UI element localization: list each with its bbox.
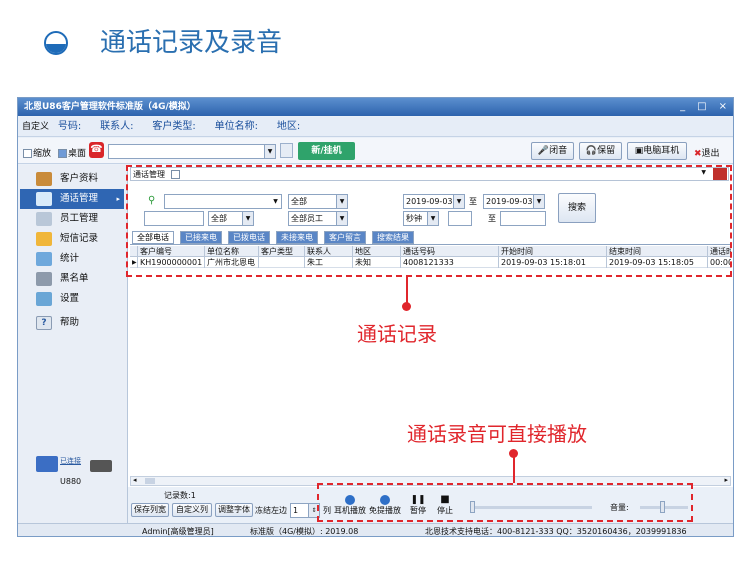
headset-button[interactable]: ▣电脑耳机: [627, 142, 687, 160]
save-width-button[interactable]: 保存列宽: [131, 503, 169, 517]
sidebar-label: 客户资料: [60, 173, 99, 184]
sidebar-label: 设置: [60, 293, 80, 304]
window-titlebar: 北恩U86客户管理软件标准版（4G/模拟）: [18, 98, 733, 116]
connection-status: 已连接: [60, 457, 81, 465]
annotation-call-record: 通话记录: [357, 322, 437, 346]
annotation-dot: [402, 302, 411, 311]
sidebar-label: 短信记录: [60, 233, 99, 244]
close-button[interactable]: ×: [719, 98, 727, 116]
maximize-button[interactable]: □: [697, 98, 706, 116]
mute-button[interactable]: 🎤闭音: [531, 142, 574, 160]
custom-columns-button[interactable]: 自定义列: [172, 503, 212, 517]
title-bullet-icon: [44, 31, 68, 55]
window-controls: _ □ ×: [680, 98, 727, 116]
zoom-checkbox[interactable]: [23, 149, 32, 158]
field-bar: 自定义 号码: 联系人: 客户类型: 单位名称: 地区:: [18, 117, 733, 137]
keypad-icon[interactable]: [280, 143, 293, 158]
freeze-count-value: 1: [293, 506, 299, 515]
adjust-font-button[interactable]: 调整字体: [215, 503, 253, 517]
status-version: 标准版（4G/模拟）: 2019.08: [250, 527, 359, 536]
exit-label: 退出: [701, 149, 720, 159]
arrow-right-icon: ▸: [116, 195, 120, 203]
chevron-down-icon[interactable]: ▼: [264, 145, 275, 158]
sidebar-label: 通话管理: [60, 193, 99, 204]
sidebar-item-calls[interactable]: 通话管理 ▸: [20, 189, 124, 209]
playback-highlight: [317, 483, 693, 522]
desktop-icon: [58, 149, 67, 158]
scroll-left-icon[interactable]: ◂: [133, 476, 137, 484]
mic-icon: 🎤: [537, 146, 550, 156]
phone-icon[interactable]: ☎: [89, 142, 104, 158]
sidebar-item-staff[interactable]: 员工管理: [20, 209, 124, 229]
dial-hangup-button[interactable]: 新/挂机: [298, 142, 355, 160]
sidebar-label: 黑名单: [60, 273, 89, 284]
sidebar-item-sms[interactable]: 短信记录: [20, 229, 124, 249]
device-model: U880: [60, 477, 82, 486]
headphone-icon: 🎧: [585, 146, 598, 156]
field-phone: 号码:: [57, 121, 82, 132]
field-customer-type: 客户类型:: [152, 121, 196, 132]
freeze-count-input[interactable]: 1 ⇕: [290, 503, 320, 518]
freeze-left-label: 冻结左边: [255, 506, 287, 515]
mute-label: 闭音: [549, 146, 568, 156]
chart-icon: [36, 252, 52, 266]
device-icon: [90, 460, 112, 472]
status-support: 北恩技术支持电话：400-8121-333 QQ：3520160436，2039…: [425, 527, 687, 536]
desktop-toggle[interactable]: 桌面: [58, 146, 86, 159]
scroll-thumb[interactable]: [145, 478, 155, 484]
staff-icon: [36, 212, 52, 226]
sidebar-item-customers[interactable]: 客户资料: [20, 169, 124, 189]
monitor-icon: [36, 456, 58, 472]
customer-icon: [36, 172, 52, 186]
annotation-line-2: [513, 453, 515, 483]
sidebar-item-settings[interactable]: 设置: [20, 289, 124, 309]
sidebar-label: 帮助: [60, 317, 80, 328]
field-region: 地区:: [276, 121, 301, 132]
field-company: 单位名称:: [214, 121, 259, 132]
status-bar: Admin[高级管理员] 标准版（4G/模拟）: 2019.08 北恩技术支持电…: [18, 523, 733, 536]
sidebar-item-help[interactable]: ? 帮助: [20, 313, 124, 333]
blacklist-icon: [36, 272, 52, 286]
custom-field-link[interactable]: 自定义: [22, 122, 49, 132]
computer-icon: ▣: [634, 146, 644, 156]
zoom-toggle[interactable]: 缩放: [23, 146, 51, 159]
settings-icon: [36, 292, 52, 306]
toolbar: 缩放 桌面 ☎ ▼ 新/挂机 🎤闭音 🎧保留 ▣电脑耳机 ✖退出: [18, 138, 733, 164]
minimize-button[interactable]: _: [680, 98, 685, 116]
hold-label: 保留: [597, 146, 616, 156]
exit-button[interactable]: ✖退出: [694, 146, 720, 159]
headset-label: 电脑耳机: [643, 146, 680, 156]
field-contact: 联系人:: [100, 121, 134, 132]
hold-button[interactable]: 🎧保留: [579, 142, 622, 160]
sidebar-item-blacklist[interactable]: 黑名单: [20, 269, 124, 289]
call-manage-icon: [36, 192, 52, 206]
record-count: 记录数:1: [164, 491, 196, 500]
zoom-label: 缩放: [33, 149, 52, 159]
sidebar-label: 统计: [60, 253, 80, 264]
sidebar-item-stats[interactable]: 统计: [20, 249, 124, 269]
status-user: Admin[高级管理员]: [142, 527, 214, 536]
envelope-icon: [36, 232, 52, 246]
scroll-right-icon[interactable]: ▸: [724, 476, 728, 484]
desktop-label: 桌面: [68, 149, 87, 159]
help-icon: ?: [36, 316, 52, 330]
annotation-recording: 通话录音可直接播放: [407, 422, 587, 446]
exit-icon: ✖: [694, 149, 702, 159]
app-window: 北恩U86客户管理软件标准版（4G/模拟） _ □ × 自定义 号码: 联系人:…: [17, 97, 734, 537]
dial-input[interactable]: ▼: [108, 144, 276, 159]
sidebar-label: 员工管理: [60, 213, 99, 224]
call-record-highlight: [126, 165, 732, 277]
slide-title: 通话记录及录音: [100, 28, 283, 58]
sidebar: 客户资料 通话管理 ▸ 员工管理 短信记录 统计 黑名单 设置 ? 帮助 已连接 U…: [18, 165, 128, 536]
window-title: 北恩U86客户管理软件标准版（4G/模拟）: [24, 102, 196, 112]
